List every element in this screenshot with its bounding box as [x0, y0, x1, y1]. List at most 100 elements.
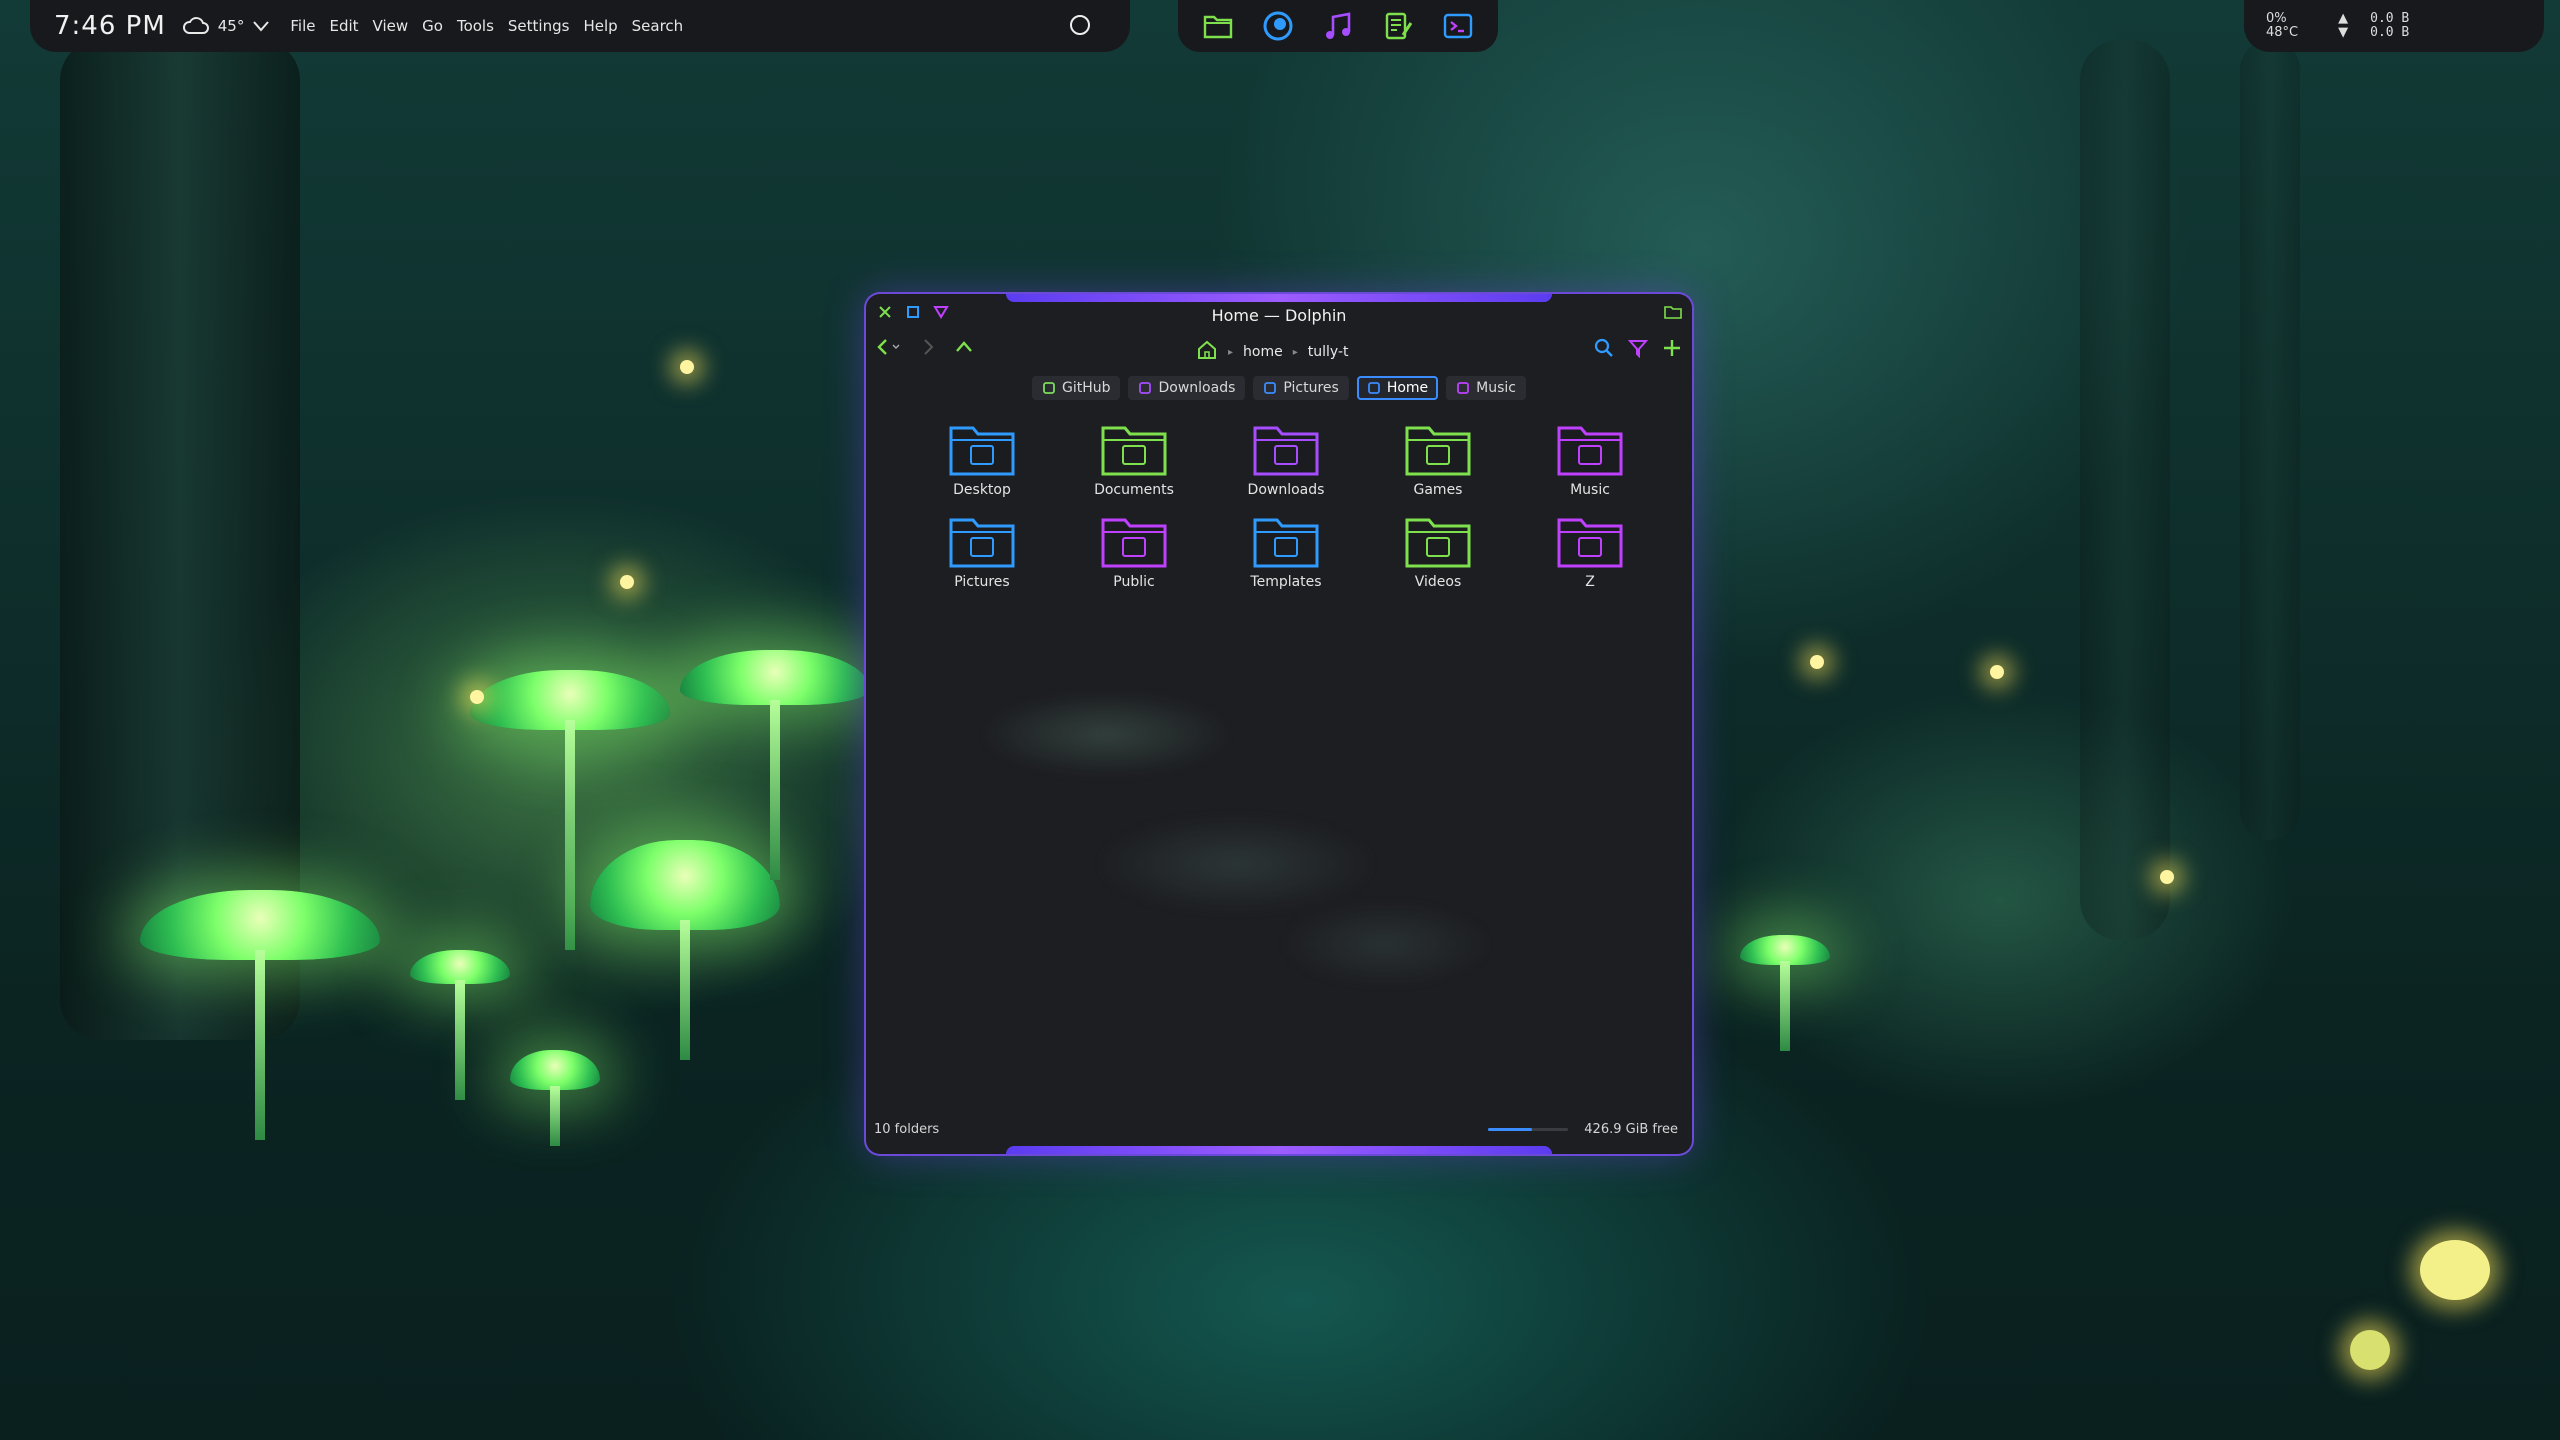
music-icon[interactable] [1321, 9, 1355, 43]
folder-label: Templates [1250, 574, 1322, 590]
folder-icon[interactable] [1201, 9, 1235, 43]
new-tab-button[interactable] [1662, 338, 1682, 362]
firefly [1810, 655, 1824, 669]
folder-item[interactable]: Documents [1069, 420, 1199, 498]
cloud-icon [182, 17, 209, 34]
place-icon [1367, 382, 1380, 394]
menu-view[interactable]: View [373, 17, 409, 35]
cpu-widget[interactable]: 0% 48°C [2266, 12, 2298, 40]
global-menu: File Edit View Go Tools Settings Help Se… [290, 17, 683, 35]
app-dock [1178, 0, 1498, 52]
chevron-down-icon[interactable] [252, 19, 270, 33]
folder-item[interactable]: Desktop [917, 420, 1047, 498]
browser-icon[interactable] [1261, 9, 1295, 43]
folder-label: Public [1113, 574, 1155, 590]
place-label: Home [1386, 380, 1429, 396]
place-home[interactable]: Home [1356, 376, 1439, 400]
place-label: GitHub [1061, 380, 1111, 396]
home-icon [1198, 340, 1216, 359]
place-downloads[interactable]: Downloads [1128, 376, 1246, 400]
folder-icon [1664, 304, 1682, 323]
terminal-icon[interactable] [1441, 9, 1475, 43]
tree-trunk [2240, 40, 2300, 840]
navigation-buttons [876, 338, 974, 360]
place-music[interactable]: Music [1446, 376, 1527, 400]
menu-help[interactable]: Help [583, 17, 617, 35]
place-label: Downloads [1158, 380, 1236, 396]
folder-label: Documents [1094, 482, 1174, 498]
firefly [620, 575, 634, 589]
cpu-temp: 48°C [2266, 25, 2299, 40]
blurred-background [986, 634, 1586, 1034]
menu-search[interactable]: Search [632, 17, 684, 35]
tree-trunk [2080, 40, 2170, 940]
weather-temp: 45° [217, 17, 245, 35]
toolbar: ▸ home ▸ tully-t [866, 338, 1692, 368]
folder-icon [1405, 426, 1471, 476]
launcher-ring-icon[interactable] [1070, 15, 1090, 35]
folder-label: Desktop [953, 482, 1011, 498]
folder-icon [1557, 426, 1623, 476]
notes-icon[interactable] [1381, 9, 1415, 43]
status-bar: 10 folders 426.9 GiB free [874, 1120, 1678, 1140]
place-label: Pictures [1283, 380, 1339, 396]
folder-label: Z [1585, 574, 1595, 590]
place-github[interactable]: GitHub [1031, 376, 1121, 400]
chevron-right-icon [924, 339, 934, 355]
breadcrumb-separator: ▸ [1228, 346, 1234, 358]
folder-icon [1101, 518, 1167, 568]
breadcrumb-item[interactable]: tully-t [1308, 344, 1349, 360]
firefly [1990, 665, 2004, 679]
place-label: Music [1476, 380, 1517, 396]
folder-item[interactable]: Games [1373, 420, 1503, 498]
home-crumb-button[interactable] [1196, 340, 1218, 364]
menu-file[interactable]: File [290, 17, 315, 35]
folder-label: Pictures [954, 574, 1010, 590]
back-button[interactable] [876, 338, 902, 360]
weather-widget[interactable]: 45° [182, 16, 271, 36]
folder-icon [1557, 518, 1623, 568]
breadcrumb-item[interactable]: home [1243, 344, 1283, 360]
toolbar-actions [1594, 338, 1682, 362]
folder-label: Videos [1414, 574, 1462, 590]
title-bar[interactable]: Home — Dolphin [866, 294, 1692, 330]
folder-item[interactable]: Downloads [1221, 420, 1351, 498]
place-icon [1264, 382, 1277, 394]
window-bottom-accent [1006, 1146, 1552, 1154]
menu-settings[interactable]: Settings [508, 17, 570, 35]
free-space-label: 426.9 GiB free [1584, 1122, 1678, 1137]
network-arrows-icon: ▲ ▼ [2338, 11, 2349, 40]
folder-item[interactable]: Public [1069, 512, 1199, 590]
up-button[interactable] [954, 338, 974, 360]
folder-item[interactable]: Pictures [917, 512, 1047, 590]
folder-item[interactable]: Videos [1373, 512, 1503, 590]
folder-icon [949, 518, 1015, 568]
dolphin-window: Home — Dolphin ▸ home ▸ tully-t GitHub D… [866, 294, 1692, 1154]
folder-label: Downloads [1247, 482, 1325, 498]
clock[interactable]: 7:46 PM [54, 11, 166, 41]
search-button[interactable] [1594, 338, 1614, 362]
net-up: 0.0 B [2370, 11, 2410, 26]
cpu-usage: 0% [2266, 11, 2287, 26]
place-pictures[interactable]: Pictures [1253, 376, 1349, 400]
menu-tools[interactable]: Tools [457, 17, 494, 35]
folder-item[interactable]: Music [1525, 420, 1655, 498]
system-tray: 0% 48°C ▲ ▼ 0.0 B 0.0 B [2244, 0, 2544, 52]
menu-edit[interactable]: Edit [329, 17, 358, 35]
folder-icon [1405, 518, 1471, 568]
search-icon [1594, 338, 1613, 357]
menu-go[interactable]: Go [422, 17, 443, 35]
network-speed[interactable]: 0.0 B 0.0 B [2370, 12, 2409, 40]
plus-icon [1664, 340, 1680, 356]
folder-icon [949, 426, 1015, 476]
forward-button[interactable] [920, 338, 936, 360]
folder-label: Music [1570, 482, 1610, 498]
folder-item[interactable]: Z [1525, 512, 1655, 590]
net-down: 0.0 B [2370, 25, 2410, 40]
filter-button[interactable] [1627, 338, 1649, 362]
folder-grid: Desktop Documents Downloads Games Music Pictu… [906, 420, 1666, 590]
firefly [470, 690, 484, 704]
folder-item[interactable]: Templates [1221, 512, 1351, 590]
filter-icon [1627, 340, 1649, 359]
firefly [2160, 870, 2174, 884]
